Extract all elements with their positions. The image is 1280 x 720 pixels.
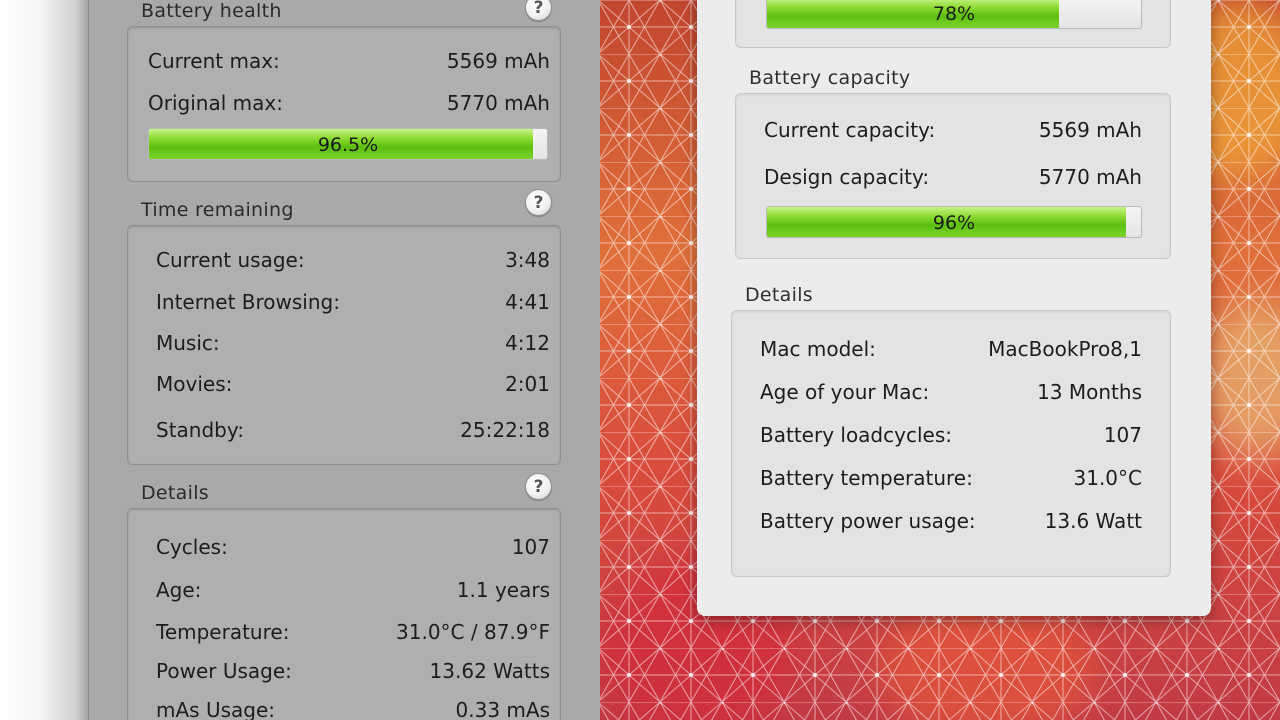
row-value: 4:41 xyxy=(505,290,550,314)
row-value: 5569 mAh xyxy=(1038,118,1142,142)
row-value: 13.62 Watts xyxy=(429,659,550,683)
info-row: Internet Browsing: 4:41 xyxy=(128,290,560,320)
progress-label: 96% xyxy=(932,212,976,234)
charge-progress: 78% xyxy=(766,0,1142,29)
progress-label: 78% xyxy=(932,3,976,25)
window-shadow xyxy=(0,0,90,720)
row-value: 2:01 xyxy=(505,372,550,396)
row-value: 5770 mAh xyxy=(1038,165,1142,189)
help-icon[interactable]: ? xyxy=(525,0,552,21)
details-box: Cycles: 107 Age: 1.1 years Temperature: … xyxy=(127,508,561,720)
row-value: 31.0°C / 87.9°F xyxy=(396,620,550,644)
row-label: Battery loadcycles: xyxy=(760,423,952,447)
row-value: 13 Months xyxy=(1037,380,1142,404)
battery-capacity-progress: 96% xyxy=(766,206,1142,238)
info-row: Original max: 5770 mAh xyxy=(128,91,560,121)
charge-box: 78% xyxy=(735,0,1171,48)
battery-app-panel-right: 78% Battery capacity Current capacity: 5… xyxy=(697,0,1211,616)
row-value: 107 xyxy=(1103,423,1142,447)
row-label: Current usage: xyxy=(156,248,305,272)
info-row: Age: 1.1 years xyxy=(128,578,560,608)
row-label: Mac model: xyxy=(760,337,876,361)
row-value: 31.0°C xyxy=(1073,466,1143,490)
battery-capacity-title: Battery capacity xyxy=(749,67,911,89)
info-row: Mac model: MacBookPro8,1 xyxy=(760,337,1142,367)
details-box: Mac model: MacBookPro8,1 Age of your Mac… xyxy=(731,310,1171,577)
info-row: Current capacity: 5569 mAh xyxy=(764,118,1142,148)
row-label: Current max: xyxy=(148,49,280,73)
row-value: 25:22:18 xyxy=(460,418,550,442)
help-icon[interactable]: ? xyxy=(525,473,552,500)
row-label: Movies: xyxy=(156,372,233,396)
row-label: Cycles: xyxy=(156,535,228,559)
row-label: Power Usage: xyxy=(156,659,292,683)
info-row: Power Usage: 13.62 Watts xyxy=(128,659,560,689)
row-value: 1.1 years xyxy=(456,578,550,602)
info-row: Design capacity: 5770 mAh xyxy=(764,165,1142,195)
row-value: MacBookPro8,1 xyxy=(988,337,1142,361)
info-row: Temperature: 31.0°C / 87.9°F xyxy=(128,620,560,650)
battery-health-progress: 96.5% xyxy=(148,128,548,160)
details-title: Details xyxy=(745,284,813,306)
info-row: Current max: 5569 mAh xyxy=(128,49,560,79)
row-label: Age: xyxy=(156,578,202,602)
info-row: Age of your Mac: 13 Months xyxy=(760,380,1142,410)
row-value: 4:12 xyxy=(505,331,550,355)
info-row: Battery power usage: 13.6 Watt xyxy=(760,509,1142,539)
row-label: Original max: xyxy=(148,91,283,115)
info-row: Cycles: 107 xyxy=(128,535,560,565)
row-label: Internet Browsing: xyxy=(156,290,340,314)
row-label: Temperature: xyxy=(156,620,290,644)
details-title: Details xyxy=(141,482,209,504)
row-label: Current capacity: xyxy=(764,118,936,142)
row-label: Design capacity: xyxy=(764,165,930,189)
row-value: 107 xyxy=(511,535,550,559)
info-row: Battery temperature: 31.0°C xyxy=(760,466,1142,496)
time-remaining-box: Current usage: 3:48 Internet Browsing: 4… xyxy=(127,225,561,465)
battery-health-title: Battery health xyxy=(141,0,282,22)
time-remaining-title: Time remaining xyxy=(141,199,294,221)
row-label: Standby: xyxy=(156,418,244,442)
row-label: Age of your Mac: xyxy=(760,380,930,404)
help-icon[interactable]: ? xyxy=(525,189,552,216)
info-row: Music: 4:12 xyxy=(128,331,560,361)
row-label: Battery temperature: xyxy=(760,466,973,490)
row-label: mAs Usage: xyxy=(156,698,275,720)
info-row: Battery loadcycles: 107 xyxy=(760,423,1142,453)
row-value: 5770 mAh xyxy=(446,91,550,115)
info-row: Movies: 2:01 xyxy=(128,372,560,402)
info-row: Standby: 25:22:18 xyxy=(128,418,560,448)
battery-app-panel-left: Battery health ? Current max: 5569 mAh O… xyxy=(88,0,600,720)
row-value: 3:48 xyxy=(505,248,550,272)
row-value: 0.33 mAs xyxy=(455,698,550,720)
info-row: mAs Usage: 0.33 mAs xyxy=(128,698,560,720)
info-row: Current usage: 3:48 xyxy=(128,248,560,278)
progress-label: 96.5% xyxy=(317,134,379,156)
row-label: Battery power usage: xyxy=(760,509,976,533)
battery-capacity-box: Current capacity: 5569 mAh Design capaci… xyxy=(735,93,1171,259)
row-value: 5569 mAh xyxy=(446,49,550,73)
row-value: 13.6 Watt xyxy=(1044,509,1142,533)
row-label: Music: xyxy=(156,331,220,355)
battery-health-box: Current max: 5569 mAh Original max: 5770… xyxy=(127,26,561,182)
